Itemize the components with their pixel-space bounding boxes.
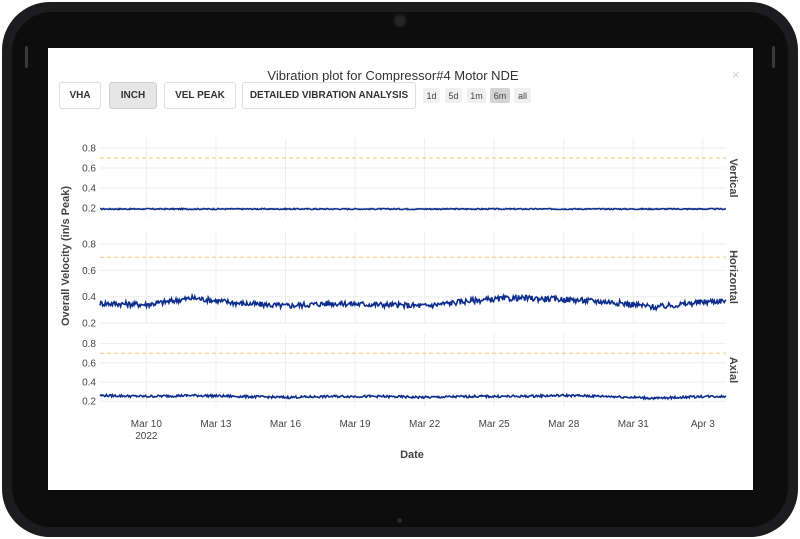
threshold-lines (100, 157, 726, 354)
x-tick-label: Mar 28 (548, 419, 580, 430)
x-tick-label: Mar 16 (270, 419, 302, 430)
y-tick-label: 0.4 (82, 292, 96, 303)
y-tick-label: 0.8 (82, 339, 96, 350)
x-tick-labels: Mar 102022 Mar 13 Mar 16 Mar 19 Mar 22 Mar 25… (131, 419, 715, 442)
y-tick-label: 0.2 (82, 204, 96, 215)
vibration-chart[interactable]: 0.2 0.4 0.6 0.8 0.2 0.4 0.6 0.8 0.2 0.4 0.6 0.8 Mar… (48, 48, 753, 490)
x-tick-label: Mar 22 (409, 419, 441, 430)
chart-grid (100, 138, 726, 406)
x-axis-label: Date (400, 449, 424, 461)
y-tick-label: 0.4 (82, 378, 96, 389)
series-line-axial[interactable] (99, 392, 727, 401)
y-tick-label: 0.8 (82, 240, 96, 251)
series-line-vertical[interactable] (100, 207, 727, 211)
x-tick-label: Mar 19 (339, 419, 371, 430)
panel-label-vertical: Vertical (727, 158, 739, 197)
screen: Vibration plot for Compressor#4 Motor ND… (48, 48, 753, 490)
y-tick-label: 0.8 (82, 144, 96, 155)
x-tick-year-label: 2022 (135, 431, 158, 442)
y-tick-label: 0.4 (82, 184, 96, 195)
x-tick-label: Mar 10 (131, 419, 163, 430)
y-tick-label: 0.6 (82, 358, 96, 369)
y-tick-labels: 0.2 0.4 0.6 0.8 0.2 0.4 0.6 0.8 0.2 0.4 0.6 0.8 (82, 144, 96, 408)
side-button-left (25, 46, 28, 68)
y-tick-label: 0.6 (82, 266, 96, 277)
side-button (772, 46, 775, 68)
tablet-frame: Vibration plot for Compressor#4 Motor ND… (0, 0, 800, 539)
home-indicator (397, 518, 402, 523)
y-tick-label: 0.2 (82, 397, 96, 408)
panel-label-axial: Axial (727, 357, 739, 383)
panel-label-horizontal: Horizontal (727, 250, 739, 304)
y-tick-label: 0.6 (82, 164, 96, 175)
series-lines (99, 207, 727, 401)
x-tick-label: Mar 31 (618, 419, 650, 430)
series-line-horizontal[interactable] (99, 292, 727, 312)
x-tick-label: Mar 25 (479, 419, 511, 430)
y-tick-label: 0.2 (82, 319, 96, 330)
panel-labels: Vertical Horizontal Axial (727, 158, 739, 383)
x-tick-label: Apr 3 (691, 419, 715, 430)
camera-icon (393, 14, 407, 28)
y-axis-label: Overall Velocity (in/s Peak) (60, 186, 72, 326)
x-tick-label: Mar 13 (200, 419, 232, 430)
